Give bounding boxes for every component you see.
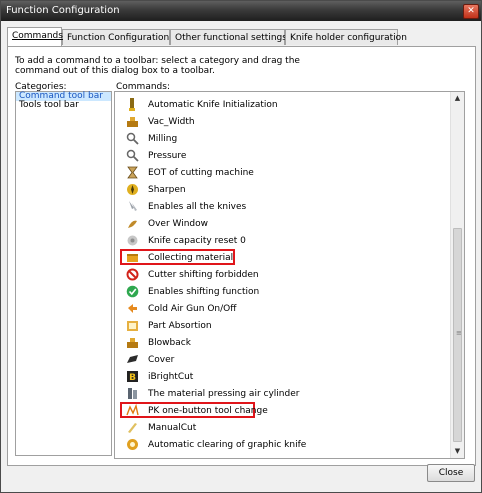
command-item[interactable]: Collecting material [115,249,453,266]
command-item[interactable]: Cover [115,351,453,368]
blowback-icon [126,336,139,349]
svg-text:B: B [129,373,136,383]
commands-list[interactable]: Automatic Knife Initialization Vac_Width M… [114,91,465,459]
tab-knife-holder-configuration[interactable]: Knife holder configuration [285,29,407,45]
tab-label: Commands [12,31,63,41]
command-item[interactable]: Knife capacity reset 0 [115,232,453,249]
commands-list-items: Automatic Knife Initialization Vac_Width M… [115,96,453,453]
commands-panel: To add a command to a toolbar: select a … [7,46,476,466]
command-item[interactable]: Sharpen [115,181,453,198]
command-label: Over Window [148,219,208,229]
command-item[interactable]: Over Window [115,215,453,232]
category-item-tools-tool-bar[interactable]: Tools tool bar [16,101,111,110]
command-item[interactable]: Milling [115,130,453,147]
command-item[interactable]: Enables shifting function [115,283,453,300]
absorption-icon [126,319,139,332]
command-label: Sharpen [148,185,186,195]
scroll-thumb[interactable]: ≡ [453,228,462,442]
tool-change-icon [126,403,139,417]
tab-label: Knife holder configuration [290,33,407,43]
command-label: Collecting material [148,253,234,263]
command-label: EOT of cutting machine [148,168,254,178]
air-gun-icon [126,302,139,315]
command-label: ManualCut [148,423,197,433]
close-window-icon[interactable]: ✕ [463,4,479,19]
command-label: Cold Air Gun On/Off [148,304,237,314]
command-item[interactable]: Cold Air Gun On/Off [115,300,453,317]
command-item[interactable]: Cutter shifting forbidden [115,266,453,283]
knife-icon [126,98,139,111]
command-item[interactable]: Part Absortion [115,317,453,334]
sharpen-icon [126,183,139,196]
command-label: The material pressing air cylinder [148,389,300,399]
command-label: Milling [148,134,178,144]
vacuum-icon [126,115,139,128]
categories-list[interactable]: Command tool bar Tools tool bar [15,91,112,456]
command-label: Enables all the knives [148,202,247,212]
command-item[interactable]: ManualCut [115,419,453,436]
command-item[interactable]: Automatic clearing of graphic knife [115,436,453,453]
command-label: Automatic clearing of graphic knife [148,440,307,450]
tab-commands[interactable]: Commands [7,27,63,46]
command-label: Pressure [148,151,187,161]
command-label: Vac_Width [148,117,195,127]
scroll-up-icon[interactable]: ▲ [451,92,464,105]
knives-icon [126,200,139,213]
command-label: Automatic Knife Initialization [148,100,278,110]
scroll-grip-icon: ≡ [456,329,462,337]
collect-icon [126,251,139,264]
auto-clear-icon [126,438,139,451]
ibrightcut-icon: B [126,370,139,383]
function-configuration-dialog: Function Configuration ✕ Commands Functi… [0,0,482,493]
command-item[interactable]: Blowback [115,334,453,351]
command-item[interactable]: EOT of cutting machine [115,164,453,181]
over-window-icon [126,217,139,230]
command-label: Cover [148,355,175,365]
commands-scrollbar[interactable]: ▲ ≡ ▼ [450,92,464,458]
press-cylinder-icon [126,387,139,400]
command-item[interactable]: Pressure [115,147,453,164]
check-icon [126,285,139,298]
command-label: Knife capacity reset 0 [148,236,246,246]
command-label: Part Absortion [148,321,212,331]
magnifier-icon [126,132,139,145]
command-label: PK one-button tool change [148,406,268,416]
command-item[interactable]: Automatic Knife Initialization [115,96,453,113]
command-item[interactable]: PK one-button tool change [115,402,453,419]
manual-cut-icon [126,421,139,434]
command-label: Cutter shifting forbidden [148,270,259,280]
command-label: iBrightCut [148,372,194,382]
window-title: Function Configuration [6,5,120,16]
command-item[interactable]: Enables all the knives [115,198,453,215]
tab-other-functional-settings[interactable]: Other functional settings [170,29,287,45]
magnifier-icon [126,149,139,162]
title-bar[interactable]: Function Configuration ✕ [1,1,481,21]
hourglass-icon [126,166,139,179]
instructions-text: To add a command to a toolbar: select a … [15,56,300,76]
tab-label: Other functional settings [175,33,287,43]
command-label: Enables shifting function [148,287,260,297]
tab-label: Function Configuration [67,33,170,43]
tab-function-configuration[interactable]: Function Configuration [62,29,170,45]
cover-icon [126,353,139,366]
close-button[interactable]: Close [427,464,475,482]
forbidden-icon [126,268,139,281]
command-item[interactable]: BiBrightCut [115,368,453,385]
command-label: Blowback [148,338,191,348]
reset-icon [126,234,139,247]
scroll-down-icon[interactable]: ▼ [451,445,464,458]
command-item[interactable]: Vac_Width [115,113,453,130]
command-item[interactable]: The material pressing air cylinder [115,385,453,402]
